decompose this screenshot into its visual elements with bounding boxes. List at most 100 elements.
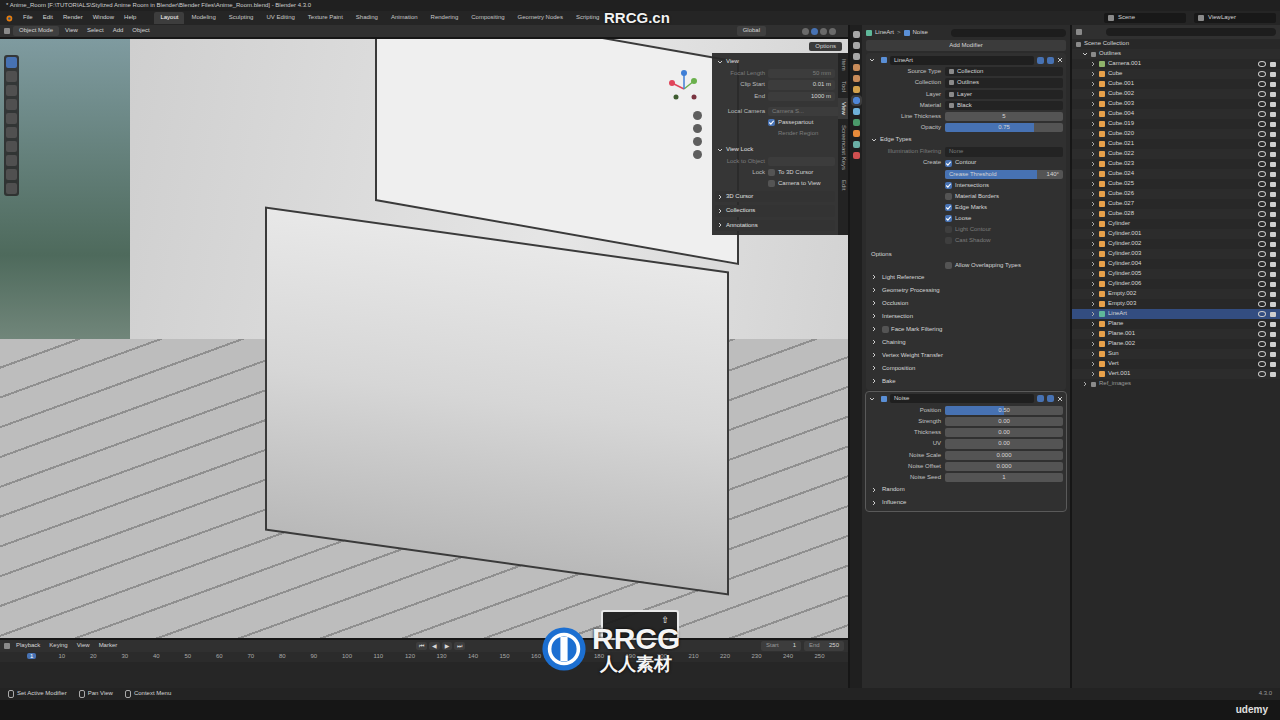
render-visibility-icon[interactable] <box>1270 192 1276 197</box>
sidebar-tab[interactable]: View <box>838 98 848 119</box>
outliner-item[interactable]: Sun <box>1072 349 1280 359</box>
render-visibility-icon[interactable] <box>1270 122 1276 127</box>
visibility-icon[interactable] <box>1258 201 1266 207</box>
visibility-icon[interactable] <box>1258 171 1266 177</box>
collapsed-subpanel[interactable]: Composition <box>869 363 1063 374</box>
menu-item[interactable]: Window <box>89 13 118 22</box>
visibility-icon[interactable] <box>1258 301 1266 307</box>
tool-icon[interactable] <box>6 113 17 124</box>
outliner-item[interactable]: Vert <box>1072 359 1280 369</box>
navigation-button-icon[interactable] <box>693 111 702 120</box>
visibility-icon[interactable] <box>1258 321 1266 327</box>
outliner-item[interactable]: Plane <box>1072 319 1280 329</box>
frame-ruler[interactable]: 1102030405060708090100110120130140150160… <box>0 652 848 662</box>
checkbox[interactable] <box>945 160 952 167</box>
outliner-item[interactable]: Cube.020 <box>1072 129 1280 139</box>
outliner-item[interactable]: Cylinder.006 <box>1072 279 1280 289</box>
edge-type-checkbox[interactable]: Edge Marks <box>945 204 1063 211</box>
render-visibility-icon[interactable] <box>1270 252 1276 257</box>
number-field[interactable]: 1000 m <box>768 92 835 101</box>
timeline-menu[interactable]: Keying <box>46 641 70 650</box>
properties-tab-icon[interactable] <box>853 152 860 159</box>
menu-item[interactable]: Render <box>59 13 87 22</box>
select-field[interactable]: None <box>945 147 1063 156</box>
render-visibility-icon[interactable] <box>1270 212 1276 217</box>
outliner-item[interactable]: Cube.004 <box>1072 109 1280 119</box>
lock-option[interactable]: Camera to View <box>768 180 835 187</box>
workspace-tab[interactable]: Scripting <box>570 12 605 23</box>
properties-tab-icon[interactable] <box>853 53 860 60</box>
visibility-icon[interactable] <box>1258 341 1266 347</box>
visibility-icon[interactable] <box>1258 111 1266 117</box>
visibility-icon[interactable] <box>1258 151 1266 157</box>
view-section-header[interactable]: View <box>715 56 835 67</box>
playback-button[interactable]: ▶ <box>442 642 453 649</box>
navigation-button-icon[interactable] <box>693 137 702 146</box>
number-field[interactable]: 0.00 <box>945 428 1063 437</box>
slider-field[interactable]: 0.50 <box>945 406 1063 415</box>
outliner-item[interactable]: Cylinder <box>1072 219 1280 229</box>
outliner-item[interactable]: Cube.023 <box>1072 159 1280 169</box>
properties-tab-icon[interactable] <box>853 130 860 137</box>
checkbox[interactable] <box>768 169 775 176</box>
select-field[interactable]: Layer <box>945 90 1063 99</box>
render-visibility-icon[interactable] <box>1270 72 1276 77</box>
visibility-icon[interactable] <box>1258 101 1266 107</box>
select-field[interactable]: Collection <box>945 67 1063 76</box>
number-field[interactable]: 5 <box>945 112 1063 121</box>
menu-item[interactable]: Edit <box>39 13 57 22</box>
solid-icon[interactable] <box>811 28 818 35</box>
show-viewport-icon[interactable] <box>1037 395 1044 402</box>
slider-field[interactable]: 0.75 <box>945 123 1063 132</box>
edge-type-checkbox[interactable]: Intersections <box>945 182 1063 189</box>
playback-button[interactable]: ◀ <box>429 642 440 649</box>
add-modifier-button[interactable]: Add Modifier <box>866 40 1066 51</box>
visibility-icon[interactable] <box>1258 291 1266 297</box>
view-layer-selector[interactable]: ViewLayer <box>1194 13 1276 22</box>
crease-threshold-field[interactable]: Crease Threshold140° <box>945 170 1063 179</box>
render-visibility-icon[interactable] <box>1270 312 1276 317</box>
checkbox[interactable] <box>945 204 952 211</box>
3d-viewport[interactable]: OptionsViewFocal Length50 mmClip Start0.… <box>0 39 848 638</box>
properties-tab-icon[interactable] <box>853 119 860 126</box>
render-visibility-icon[interactable] <box>1270 372 1276 377</box>
visibility-icon[interactable] <box>1258 241 1266 247</box>
render-visibility-icon[interactable] <box>1270 362 1276 367</box>
viewport-menu[interactable]: Object <box>129 26 152 35</box>
outliner-item[interactable]: Cube <box>1072 69 1280 79</box>
outliner-search[interactable] <box>1106 28 1276 36</box>
outliner-item[interactable]: Cylinder.004 <box>1072 259 1280 269</box>
tool-icon[interactable] <box>6 99 17 110</box>
end-frame-field[interactable]: End250 <box>804 641 844 650</box>
blender-logo-icon[interactable] <box>4 14 13 23</box>
rendered-icon[interactable] <box>829 28 836 35</box>
material-icon[interactable] <box>820 28 827 35</box>
visibility-icon[interactable] <box>1258 261 1266 267</box>
render-visibility-icon[interactable] <box>1270 182 1276 187</box>
collapsed-section[interactable]: 3D Cursor <box>715 191 835 202</box>
visibility-icon[interactable] <box>1258 91 1266 97</box>
render-visibility-icon[interactable] <box>1270 102 1276 107</box>
render-visibility-icon[interactable] <box>1270 92 1276 97</box>
collapsed-subpanel[interactable]: Face Mark Filtering <box>869 324 1063 335</box>
number-field[interactable]: 0.01 m <box>768 80 835 89</box>
expanded-icon[interactable] <box>869 57 875 63</box>
timeline-menu[interactable]: Playback <box>13 641 43 650</box>
visibility-icon[interactable] <box>1258 141 1266 147</box>
collapsed-subpanel[interactable]: Intersection <box>869 311 1063 322</box>
checkbox[interactable] <box>945 193 952 200</box>
show-render-icon[interactable] <box>1047 57 1054 64</box>
viewport-menu[interactable]: Add <box>110 26 127 35</box>
render-visibility-icon[interactable] <box>1270 142 1276 147</box>
viewport-menu[interactable]: Select <box>84 26 107 35</box>
outliner-item[interactable]: Cube.022 <box>1072 149 1280 159</box>
checkbox[interactable] <box>945 215 952 222</box>
outliner-item[interactable]: Cylinder.005 <box>1072 269 1280 279</box>
visibility-icon[interactable] <box>1258 131 1266 137</box>
editor-type-icon[interactable] <box>4 643 10 649</box>
sidebar-tab[interactable]: Screencast Keys <box>838 121 848 174</box>
workspace-tab[interactable]: Geometry Nodes <box>512 12 569 23</box>
collection-row[interactable]: Outlines <box>1072 49 1280 59</box>
visibility-icon[interactable] <box>1258 161 1266 167</box>
workspace-tab[interactable]: Modeling <box>185 12 221 23</box>
